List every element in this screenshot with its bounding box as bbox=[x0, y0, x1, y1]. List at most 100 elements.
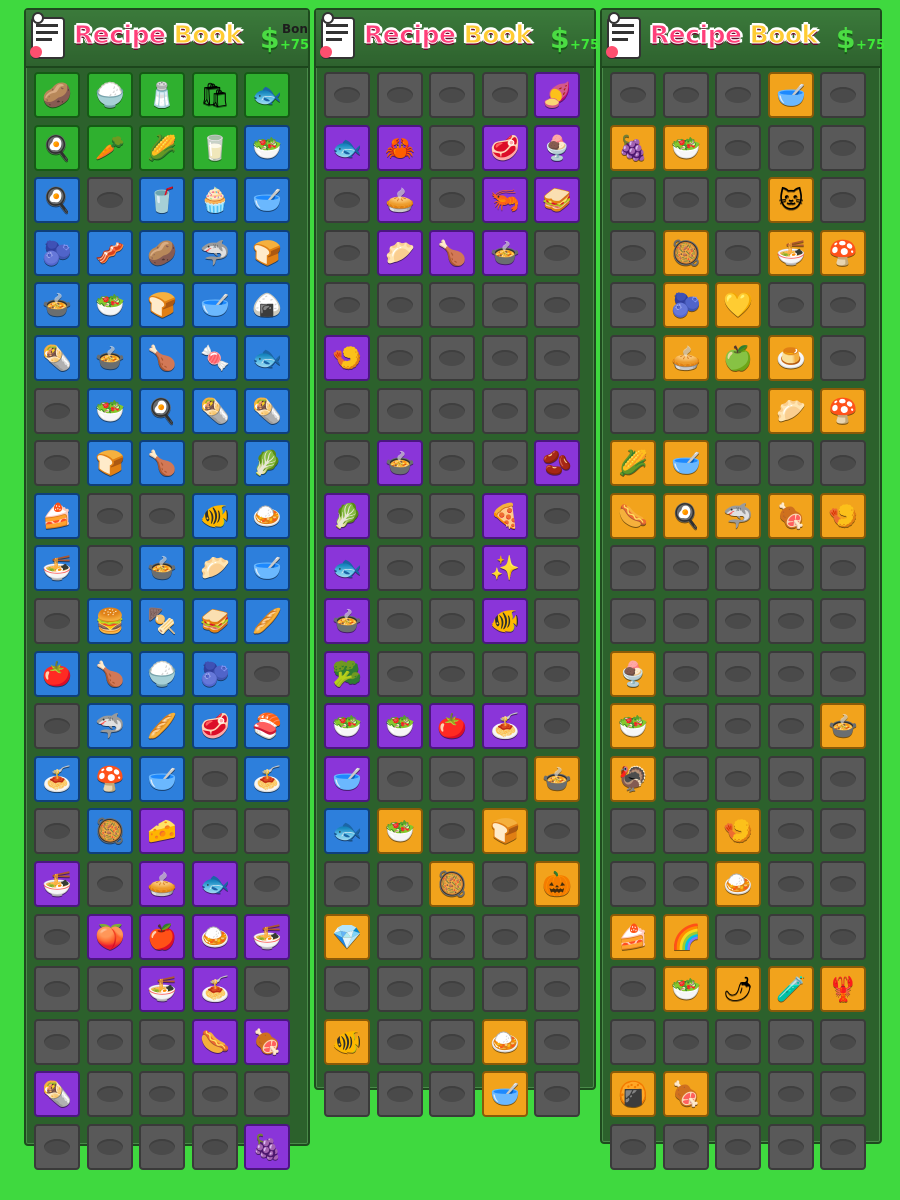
recipe-slot-purple[interactable]: 🍤 bbox=[324, 335, 370, 381]
recipe-slot-locked[interactable] bbox=[820, 808, 866, 854]
recipe-slot-orange[interactable]: 🦈 bbox=[715, 493, 761, 539]
recipe-slot-locked[interactable] bbox=[482, 914, 528, 960]
recipe-slot-blue[interactable]: 🥟 bbox=[192, 545, 238, 591]
recipe-slot-locked[interactable] bbox=[768, 703, 814, 749]
recipe-slot-locked[interactable] bbox=[768, 861, 814, 907]
recipe-slot-locked[interactable] bbox=[377, 598, 423, 644]
recipe-slot-purple[interactable]: 🍲 bbox=[377, 440, 423, 486]
recipe-slot-orange[interactable]: 🥘 bbox=[663, 230, 709, 276]
recipe-slot-blue[interactable]: 🥖 bbox=[244, 598, 290, 644]
recipe-slot-orange[interactable]: 🍲 bbox=[534, 756, 580, 802]
recipe-slot-locked[interactable] bbox=[377, 282, 423, 328]
recipe-slot-locked[interactable] bbox=[324, 177, 370, 223]
recipe-slot-locked[interactable] bbox=[324, 966, 370, 1012]
recipe-slot-locked[interactable] bbox=[377, 72, 423, 118]
recipe-slot-locked[interactable] bbox=[663, 598, 709, 644]
recipe-slot-locked[interactable] bbox=[715, 1071, 761, 1117]
recipe-slot-locked[interactable] bbox=[324, 230, 370, 276]
recipe-slot-locked[interactable] bbox=[663, 72, 709, 118]
recipe-slot-orange[interactable]: 🥗 bbox=[610, 703, 656, 749]
recipe-slot-locked[interactable] bbox=[715, 125, 761, 171]
recipe-slot-locked[interactable] bbox=[534, 966, 580, 1012]
recipe-slot-locked[interactable] bbox=[482, 388, 528, 434]
recipe-slot-locked[interactable] bbox=[610, 808, 656, 854]
recipe-slot-blue[interactable]: 🫐 bbox=[192, 651, 238, 697]
recipe-slot-locked[interactable] bbox=[715, 914, 761, 960]
recipe-slot-purple[interactable]: 🥪 bbox=[534, 177, 580, 223]
recipe-slot-blue[interactable]: 🥤 bbox=[139, 177, 185, 223]
recipe-slot-locked[interactable] bbox=[534, 808, 580, 854]
recipe-slot-locked[interactable] bbox=[482, 756, 528, 802]
recipe-slot-green[interactable]: 🛍 bbox=[192, 72, 238, 118]
recipe-slot-blue[interactable]: 🥣 bbox=[192, 282, 238, 328]
recipe-slot-purple[interactable]: 🧀 bbox=[139, 808, 185, 854]
recipe-slot-orange[interactable]: 🍜 bbox=[768, 230, 814, 276]
recipe-slot-locked[interactable] bbox=[663, 703, 709, 749]
recipe-slot-orange[interactable]: 🐱 bbox=[768, 177, 814, 223]
recipe-slot-orange[interactable]: 🦃 bbox=[610, 756, 656, 802]
recipe-slot-locked[interactable] bbox=[715, 545, 761, 591]
recipe-slot-locked[interactable] bbox=[534, 493, 580, 539]
recipe-slot-purple[interactable]: 🍲 bbox=[324, 598, 370, 644]
recipe-slot-blue[interactable]: 🍚 bbox=[139, 651, 185, 697]
recipe-slot-locked[interactable] bbox=[768, 1071, 814, 1117]
recipe-slot-locked[interactable] bbox=[377, 545, 423, 591]
recipe-slot-blue[interactable]: 🥬 bbox=[244, 440, 290, 486]
recipe-slot-purple[interactable]: 🍝 bbox=[482, 703, 528, 749]
recipe-slot-blue[interactable]: 🍗 bbox=[139, 440, 185, 486]
recipe-slot-locked[interactable] bbox=[610, 966, 656, 1012]
recipe-slot-locked[interactable] bbox=[820, 72, 866, 118]
recipe-slot-blue[interactable]: 🍝 bbox=[34, 756, 80, 802]
recipe-slot-locked[interactable] bbox=[610, 1019, 656, 1065]
recipe-slot-locked[interactable] bbox=[663, 388, 709, 434]
recipe-slot-blue[interactable]: 🍳 bbox=[139, 388, 185, 434]
recipe-slot-blue[interactable]: 🌯 bbox=[34, 335, 80, 381]
recipe-slot-orange[interactable]: 🥣 bbox=[768, 72, 814, 118]
recipe-slot-locked[interactable] bbox=[87, 493, 133, 539]
recipe-slot-locked[interactable] bbox=[377, 335, 423, 381]
recipe-slot-purple[interactable]: 🦐 bbox=[482, 177, 528, 223]
recipe-slot-locked[interactable] bbox=[244, 651, 290, 697]
recipe-slot-locked[interactable] bbox=[534, 335, 580, 381]
recipe-slot-orange[interactable]: 🥗 bbox=[377, 808, 423, 854]
recipe-slot-orange[interactable]: 🍛 bbox=[715, 861, 761, 907]
recipe-slot-locked[interactable] bbox=[34, 598, 80, 644]
recipe-slot-purple[interactable]: 🍠 bbox=[534, 72, 580, 118]
recipe-slot-locked[interactable] bbox=[482, 440, 528, 486]
recipe-slot-purple[interactable]: 🥗 bbox=[324, 703, 370, 749]
recipe-slot-locked[interactable] bbox=[768, 756, 814, 802]
recipe-slot-locked[interactable] bbox=[192, 1071, 238, 1117]
recipe-slot-locked[interactable] bbox=[377, 861, 423, 907]
recipe-slot-locked[interactable] bbox=[715, 72, 761, 118]
recipe-slot-locked[interactable] bbox=[534, 388, 580, 434]
recipe-slot-locked[interactable] bbox=[768, 545, 814, 591]
recipe-slot-locked[interactable] bbox=[34, 966, 80, 1012]
recipe-slot-purple[interactable]: 🍜 bbox=[139, 966, 185, 1012]
recipe-slot-locked[interactable] bbox=[663, 756, 709, 802]
recipe-slot-blue[interactable]: 🥓 bbox=[87, 230, 133, 276]
recipe-slot-orange[interactable]: 🍞 bbox=[482, 808, 528, 854]
recipe-slot-locked[interactable] bbox=[610, 177, 656, 223]
recipe-slot-locked[interactable] bbox=[610, 861, 656, 907]
recipe-slot-blue[interactable]: 🍝 bbox=[244, 756, 290, 802]
recipe-slot-locked[interactable] bbox=[377, 914, 423, 960]
recipe-slot-locked[interactable] bbox=[87, 1124, 133, 1170]
recipe-slot-orange[interactable]: 🍤 bbox=[715, 808, 761, 854]
recipe-slot-locked[interactable] bbox=[534, 282, 580, 328]
recipe-slot-locked[interactable] bbox=[534, 1019, 580, 1065]
recipe-slot-locked[interactable] bbox=[377, 651, 423, 697]
recipe-slot-locked[interactable] bbox=[820, 1071, 866, 1117]
recipe-slot-locked[interactable] bbox=[768, 808, 814, 854]
recipe-slot-locked[interactable] bbox=[324, 72, 370, 118]
recipe-slot-blue[interactable]: 🍰 bbox=[34, 493, 80, 539]
recipe-slot-blue[interactable]: 🍅 bbox=[34, 651, 80, 697]
recipe-slot-locked[interactable] bbox=[663, 545, 709, 591]
recipe-slot-locked[interactable] bbox=[429, 388, 475, 434]
recipe-slot-green[interactable]: 🥔 bbox=[34, 72, 80, 118]
recipe-slot-blue[interactable]: 🥗 bbox=[87, 282, 133, 328]
recipe-slot-locked[interactable] bbox=[820, 598, 866, 644]
recipe-slot-locked[interactable] bbox=[429, 545, 475, 591]
recipe-slot-blue[interactable]: 🍗 bbox=[87, 651, 133, 697]
recipe-slot-purple[interactable]: 🥦 bbox=[324, 651, 370, 697]
recipe-slot-blue[interactable]: 🥔 bbox=[139, 230, 185, 276]
